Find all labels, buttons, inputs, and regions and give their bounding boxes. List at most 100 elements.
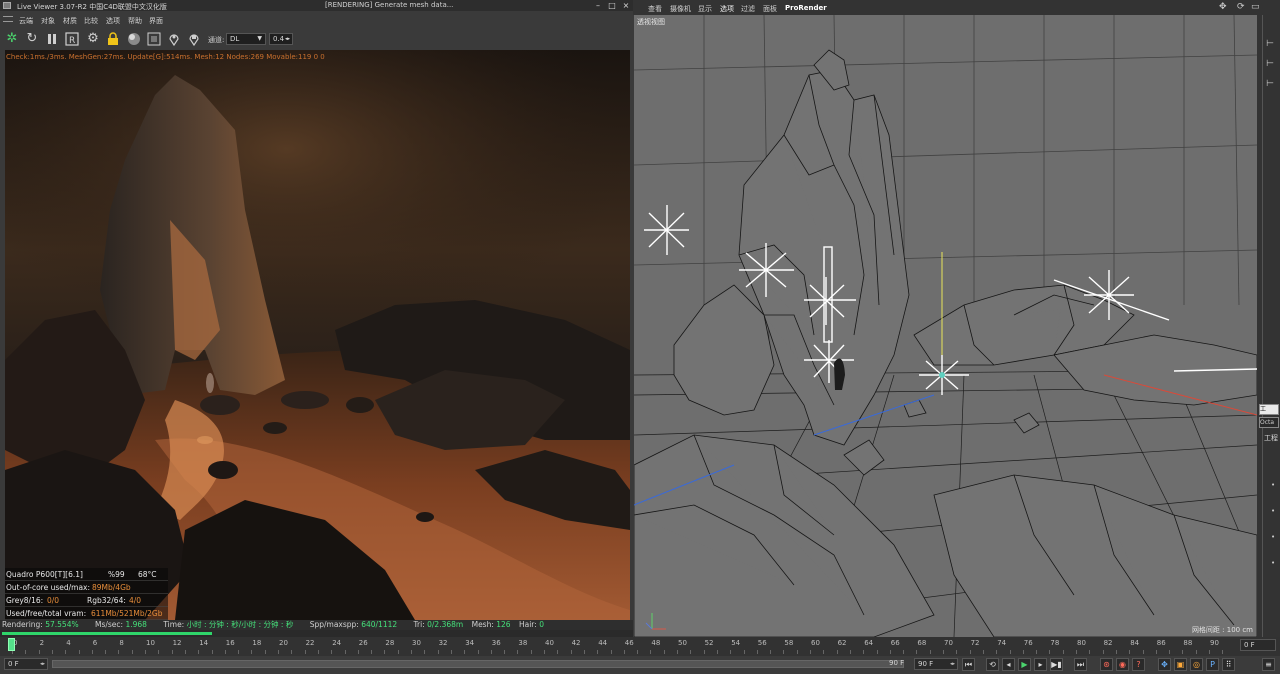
render-status: [RENDERING] Generate mesh data... <box>325 1 454 9</box>
timeline-tick-label: 48 <box>651 639 661 647</box>
timeline-tick-label: 86 <box>1156 639 1166 647</box>
side-dot-icon-2[interactable]: • <box>1271 507 1275 515</box>
menu-filter[interactable]: 过滤 <box>741 4 755 14</box>
menu-objects[interactable]: 对象 <box>41 16 55 26</box>
render-preview[interactable]: Check:1ms./3ms. MeshGen:27ms. Update[G]:… <box>5 50 630 620</box>
menu-panel[interactable]: 面板 <box>763 4 777 14</box>
side-tool-icon-2[interactable]: ⊢ <box>1266 59 1274 69</box>
go-to-end-button[interactable]: ⏭ <box>1074 658 1087 671</box>
close-icon[interactable]: × <box>620 1 632 10</box>
menu-options[interactable]: 选项 <box>720 4 734 14</box>
side-tab-octane[interactable]: Octa <box>1259 417 1279 428</box>
side-dot-icon-4[interactable]: • <box>1271 559 1275 567</box>
menu-options[interactable]: 选项 <box>106 16 120 26</box>
side-dot-icon-3[interactable]: • <box>1271 533 1275 541</box>
menu-interface[interactable]: 界面 <box>149 16 163 26</box>
timeline-tick-label: 32 <box>438 639 448 647</box>
key-pla-button[interactable]: ⠿ <box>1222 658 1235 671</box>
timeline-playhead[interactable] <box>8 638 15 651</box>
autokey-button[interactable]: ◉ <box>1116 658 1129 671</box>
move-view-icon[interactable]: ✥ <box>1219 2 1227 12</box>
menu-help[interactable]: 帮助 <box>128 16 142 26</box>
record-active-button[interactable]: ⊛ <box>1100 658 1113 671</box>
rendering-value: 57.554% <box>45 620 79 629</box>
timeline-tick-label: 38 <box>518 639 528 647</box>
timeline-tick-mark <box>916 650 917 654</box>
current-frame-field[interactable]: 0 F ◂▸ <box>4 658 48 670</box>
spinner-icon[interactable]: ◂▸ <box>40 659 45 669</box>
prev-key-button[interactable]: ⟲ <box>986 658 999 671</box>
menu-prorender[interactable]: ProRender <box>785 4 827 12</box>
side-tool-icon-3[interactable]: ⊢ <box>1266 79 1274 89</box>
menu-camera[interactable]: 摄像机 <box>670 4 691 14</box>
maximize-icon[interactable]: □ <box>606 1 618 10</box>
timeline-tick-mark <box>25 650 26 654</box>
spinner-icon[interactable]: ◂▸ <box>950 659 955 669</box>
timeline-tick-mark <box>757 650 758 654</box>
channel-value-field[interactable]: 0.4 ◂▸ <box>269 33 293 45</box>
menu-cloud[interactable]: 云端 <box>19 16 33 26</box>
clay-icon[interactable] <box>146 30 162 47</box>
settings-gear-icon[interactable]: ⚙ <box>85 30 101 47</box>
menu-display[interactable]: 显示 <box>698 4 712 14</box>
side-tab-tool[interactable]: 工 <box>1259 404 1279 415</box>
cinema4d-viewport: 查看 摄像机 显示 选项 过滤 面板 ProRender ✥ ⟳ ▭ 透视视图 … <box>633 0 1280 637</box>
pick-focus-icon[interactable] <box>166 30 182 47</box>
timeline-tick-label: 22 <box>305 639 315 647</box>
key-rotation-button[interactable]: ◎ <box>1190 658 1203 671</box>
timeline-tick-label: 62 <box>837 639 847 647</box>
octane-logo-icon[interactable]: ✲ <box>4 30 20 47</box>
hair-text: Hair: 0 <box>519 620 544 629</box>
rotate-view-icon[interactable]: ⟳ <box>1237 2 1245 12</box>
key-scale-button[interactable]: ▣ <box>1174 658 1187 671</box>
app-icon <box>3 2 11 9</box>
timeline-tick-mark <box>877 650 878 654</box>
go-to-start-button[interactable]: ⏮ <box>962 658 975 671</box>
maximize-view-icon[interactable]: ▭ <box>1251 2 1260 12</box>
right-frame-field[interactable]: 0 F <box>1240 639 1276 651</box>
key-param-button[interactable]: P <box>1206 658 1219 671</box>
perspective-viewport[interactable]: 透视视图 网格间距 : 100 cm <box>634 15 1257 637</box>
next-frame-button[interactable]: ▸ <box>1034 658 1047 671</box>
spinner-icon[interactable]: ◂▸ <box>285 34 290 44</box>
lock-icon[interactable] <box>105 30 121 47</box>
sphere-icon[interactable] <box>126 30 142 47</box>
end-frame-field[interactable]: 90 F ◂▸ <box>914 658 958 670</box>
pick-material-icon[interactable] <box>186 30 202 47</box>
minimize-icon[interactable]: – <box>592 1 604 10</box>
key-position-button[interactable]: ✥ <box>1158 658 1171 671</box>
timeline-tick-mark <box>943 650 944 654</box>
hair-value: 0 <box>539 620 544 629</box>
timeline-tick-mark <box>677 650 678 654</box>
side-tool-icon-1[interactable]: ⊢ <box>1266 39 1274 49</box>
menu-view[interactable]: 查看 <box>648 4 662 14</box>
spp-text: Spp/maxspp: 640/1112 <box>310 620 397 629</box>
next-key-button[interactable]: ▶▮ <box>1050 658 1063 671</box>
timeline-tick-mark <box>983 650 984 654</box>
timeline-menu-button[interactable]: ≡ <box>1262 658 1275 671</box>
timeline-tick-label: 2 <box>39 639 45 647</box>
timeline-tick-label: 72 <box>970 639 980 647</box>
play-button[interactable]: ▶ <box>1018 658 1031 671</box>
restart-icon[interactable]: R <box>64 30 80 47</box>
tri-value: 0/2.368m <box>427 620 464 629</box>
time-label: Time: <box>163 620 185 629</box>
pause-icon[interactable] <box>44 30 60 47</box>
live-viewer-titlebar: Live Viewer 3.07-R2 中国C4D联盟中文汉化版 [RENDER… <box>0 0 633 11</box>
menu-materials[interactable]: 材质 <box>63 16 77 26</box>
end-frame-value: 90 F <box>918 660 934 668</box>
timeline-tick-mark <box>118 650 119 654</box>
gpu-temperature: 68°C <box>138 570 157 579</box>
keyframe-selection-button[interactable]: ? <box>1132 658 1145 671</box>
timeline-tick-label: 82 <box>1103 639 1113 647</box>
timeline-tick-mark <box>265 650 266 654</box>
timeline-ruler[interactable]: 0 2 4 6 8 10 12 14 16 18 20 22 24 26 28 30 32 34 36 38 40 42 4… <box>0 637 1280 656</box>
prev-frame-button[interactable]: ◂ <box>1002 658 1015 671</box>
refresh-icon[interactable]: ↻ <box>24 30 40 47</box>
menu-compare[interactable]: 比较 <box>84 16 98 26</box>
frame-range-slider[interactable] <box>52 660 904 668</box>
side-dot-icon-1[interactable]: • <box>1271 481 1275 489</box>
timeline-tick-mark <box>890 650 891 654</box>
channel-select[interactable]: DL ▼ <box>226 33 266 45</box>
ms-sec-text: Ms/sec: 1.968 <box>95 620 147 629</box>
